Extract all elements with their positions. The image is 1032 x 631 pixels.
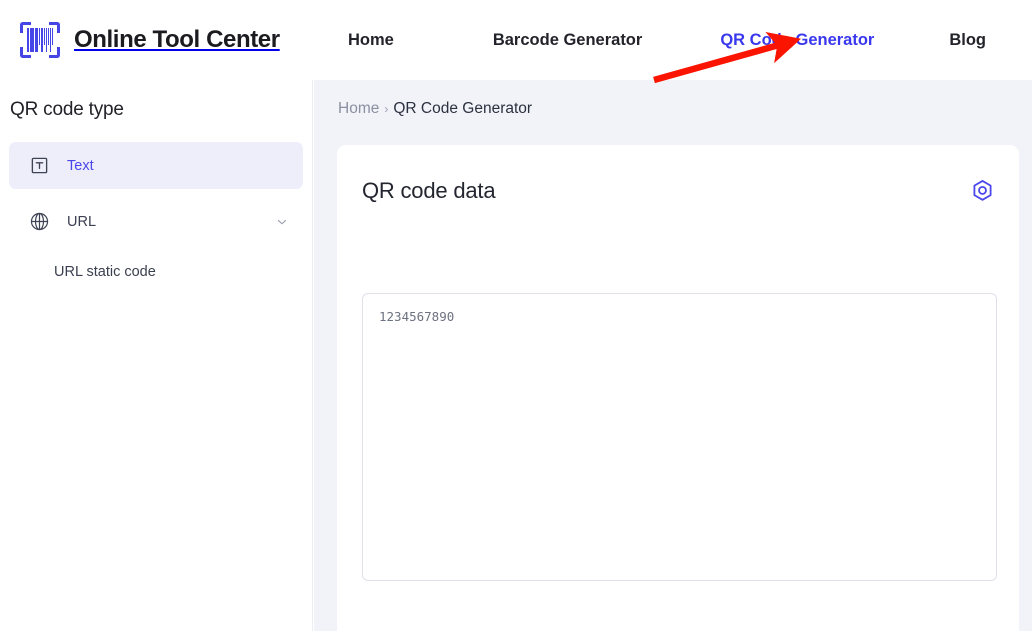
nav-item-qr-code-generator[interactable]: QR Code Generator [720, 31, 874, 50]
hexagon-target-icon[interactable] [967, 176, 997, 206]
sidebar-title: QR code type [10, 99, 124, 120]
chevron-down-icon[interactable] [275, 215, 289, 229]
text-box-icon [29, 155, 50, 176]
breadcrumb: Home › QR Code Generator [338, 100, 532, 118]
brand-logo-link[interactable]: Online Tool Center [0, 18, 320, 62]
brand-name: Online Tool Center [74, 26, 280, 53]
breadcrumb-current: QR Code Generator [393, 100, 533, 117]
card-title: QR code data [362, 178, 496, 203]
site-header: Online Tool Center Home Barcode Generato… [0, 0, 1032, 80]
sidebar-item-text[interactable]: Text [9, 142, 303, 189]
breadcrumb-home[interactable]: Home [338, 100, 379, 118]
sidebar-subitem-label: URL static code [54, 264, 156, 280]
nav-item-barcode-generator[interactable]: Barcode Generator [493, 31, 642, 50]
card-header: QR code data [362, 173, 997, 209]
content-area: Home › QR Code Generator QR code data [314, 80, 1032, 631]
nav-item-home[interactable]: Home [348, 31, 394, 50]
qr-code-data-textarea[interactable] [362, 293, 997, 581]
sidebar-item-text-label: Text [67, 157, 94, 174]
sidebar-item-url-label: URL [67, 213, 97, 230]
breadcrumb-separator-icon: › [384, 102, 389, 116]
nav-item-blog[interactable]: Blog [949, 31, 986, 50]
globe-icon [29, 211, 50, 232]
sidebar-item-url[interactable]: URL [9, 198, 303, 245]
main-navigation: Home Barcode Generator QR Code Generator… [320, 0, 1032, 80]
qr-code-data-card: QR code data [337, 145, 1019, 631]
sidebar-subitem-url-static-code[interactable]: URL static code [0, 257, 312, 287]
page-root: Online Tool Center Home Barcode Generato… [0, 0, 1032, 631]
barcode-scanner-icon [18, 18, 62, 62]
sidebar: QR code type Text URL URL static code [0, 80, 313, 631]
